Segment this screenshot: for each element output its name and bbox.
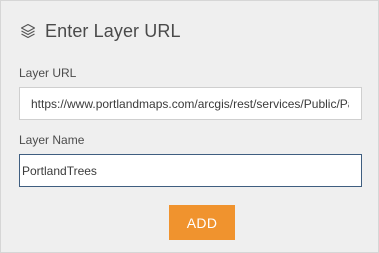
panel-title: Enter Layer URL: [45, 20, 181, 41]
layers-icon: [19, 22, 37, 40]
panel-header: Enter Layer URL: [19, 19, 181, 43]
layer-name-input[interactable]: [19, 154, 362, 187]
enter-layer-url-panel: Enter Layer URL Layer URL Layer Name ADD: [0, 0, 379, 253]
add-button[interactable]: ADD: [169, 205, 235, 240]
layer-url-input[interactable]: [19, 87, 362, 120]
layer-url-label: Layer URL: [19, 66, 77, 80]
layer-name-label: Layer Name: [19, 133, 85, 147]
